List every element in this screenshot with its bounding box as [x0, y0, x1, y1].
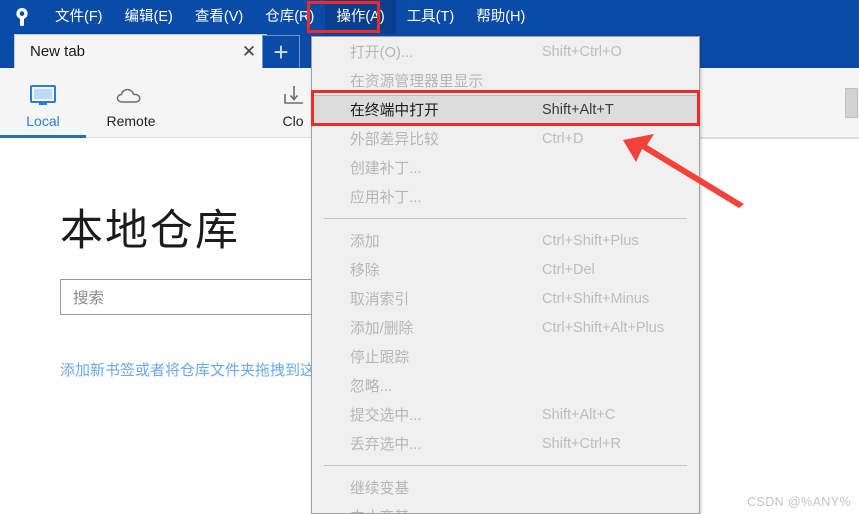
menu-item-open[interactable]: 打开(O)... Shift+Ctrl+O — [312, 37, 699, 66]
menu-file[interactable]: 文件(F) — [44, 0, 114, 34]
actions-dropdown-menu: 打开(O)... Shift+Ctrl+O 在资源管理器里显示 在终端中打开 S… — [311, 36, 700, 514]
toolbar-label-local: Local — [26, 113, 60, 129]
menu-item-external-diff[interactable]: 外部差异比较 Ctrl+D — [312, 124, 699, 153]
menu-item-label: 在资源管理器里显示 — [350, 74, 484, 90]
tab-title: New tab — [30, 43, 86, 60]
menu-view[interactable]: 查看(V) — [184, 0, 254, 34]
menu-edit[interactable]: 编辑(E) — [114, 0, 184, 34]
search-placeholder: 搜索 — [73, 290, 105, 307]
toolbar-label-clone: Clo — [282, 113, 304, 129]
application-window: 文件(F) 编辑(E) 查看(V) 仓库(R) 操作(A) 工具(T) 帮助(H… — [0, 0, 859, 514]
menu-separator — [324, 465, 687, 466]
menu-item-shortcut: Shift+Ctrl+O — [542, 43, 622, 60]
menu-item-continue-rebase[interactable]: 继续变基 — [312, 473, 699, 502]
menu-item-label: 中止变基 — [350, 506, 409, 513]
menu-item-open-in-terminal[interactable]: 在终端中打开 Shift+Alt+T — [312, 95, 699, 124]
menu-repository[interactable]: 仓库(R) — [254, 0, 325, 34]
menu-item-discard-selected[interactable]: 丢弃选中... Shift+Ctrl+R — [312, 429, 699, 458]
menu-item-label: 继续变基 — [350, 481, 410, 497]
menu-item-abort-rebase[interactable]: 中止变基 — [312, 502, 699, 513]
clone-download-icon — [278, 81, 308, 111]
menu-item-label: 创建补丁... — [350, 161, 422, 177]
menu-item-add-remove[interactable]: 添加/删除 Ctrl+Shift+Alt+Plus — [312, 313, 699, 342]
menu-item-shortcut: Ctrl+Shift+Plus — [542, 232, 639, 249]
menu-item-create-patch[interactable]: 创建补丁... — [312, 153, 699, 182]
menu-item-label: 外部差异比较 — [350, 132, 439, 148]
menu-scrollbar-thumb[interactable] — [845, 88, 858, 118]
menu-item-stop-tracking[interactable]: 停止跟踪 — [312, 342, 699, 371]
add-bookmark-hint-link[interactable]: 添加新书签或者将仓库文件夹拖拽到这 — [60, 359, 315, 380]
menu-item-label: 提交选中... — [350, 408, 422, 424]
menu-help[interactable]: 帮助(H) — [465, 0, 536, 34]
tab-new-tab[interactable]: New tab ✕ — [14, 34, 267, 68]
menu-item-shortcut: Ctrl+Shift+Alt+Plus — [542, 319, 665, 336]
plus-icon[interactable]: + — [262, 35, 300, 68]
menu-actions[interactable]: 操作(A) — [325, 0, 396, 34]
menu-item-label: 打开(O)... — [350, 45, 414, 61]
menu-separator — [324, 218, 687, 219]
menu-tools[interactable]: 工具(T) — [396, 0, 466, 34]
menu-item-label: 取消索引 — [350, 292, 410, 308]
toolbar-button-remote[interactable]: Remote — [88, 76, 174, 134]
menu-item-apply-patch[interactable]: 应用补丁... — [312, 182, 699, 211]
cloud-icon — [114, 81, 148, 111]
content-divider — [700, 138, 859, 139]
toolbar-active-indicator — [0, 135, 86, 138]
menu-item-shortcut: Shift+Alt+C — [542, 406, 616, 423]
menu-item-add[interactable]: 添加 Ctrl+Shift+Plus — [312, 226, 699, 255]
menu-item-ignore[interactable]: 忽略... — [312, 371, 699, 400]
page-title: 本地仓库 — [60, 207, 240, 255]
title-bar: 文件(F) 编辑(E) 查看(V) 仓库(R) 操作(A) 工具(T) 帮助(H… — [0, 0, 859, 34]
menu-item-shortcut: Shift+Ctrl+R — [542, 435, 621, 452]
app-logo-icon — [0, 0, 44, 34]
monitor-icon — [28, 81, 58, 111]
close-icon[interactable]: ✕ — [232, 35, 266, 69]
menu-item-shortcut: Ctrl+Shift+Minus — [542, 290, 650, 307]
menu-item-unstage[interactable]: 取消索引 Ctrl+Shift+Minus — [312, 284, 699, 313]
menu-item-label: 添加 — [350, 234, 380, 250]
watermark-text: CSDN @%ANY% — [747, 495, 851, 509]
menu-item-label: 在终端中打开 — [350, 103, 439, 119]
menu-item-shortcut: Ctrl+D — [542, 130, 584, 147]
menu-item-commit-selected[interactable]: 提交选中... Shift+Alt+C — [312, 400, 699, 429]
toolbar-button-local[interactable]: Local — [0, 76, 86, 134]
menu-bar: 文件(F) 编辑(E) 查看(V) 仓库(R) 操作(A) 工具(T) 帮助(H… — [44, 0, 536, 34]
menu-item-label: 停止跟踪 — [350, 350, 410, 366]
menu-item-show-in-explorer[interactable]: 在资源管理器里显示 — [312, 66, 699, 95]
menu-item-label: 丢弃选中... — [350, 437, 422, 453]
menu-item-label: 添加/删除 — [350, 321, 414, 337]
toolbar-label-remote: Remote — [106, 113, 156, 129]
menu-item-shortcut: Ctrl+Del — [542, 261, 595, 278]
menu-item-label: 移除 — [350, 263, 380, 279]
menu-item-label: 应用补丁... — [350, 190, 422, 206]
menu-item-shortcut: Shift+Alt+T — [542, 101, 614, 118]
menu-item-remove[interactable]: 移除 Ctrl+Del — [312, 255, 699, 284]
menu-item-label: 忽略... — [350, 379, 392, 395]
